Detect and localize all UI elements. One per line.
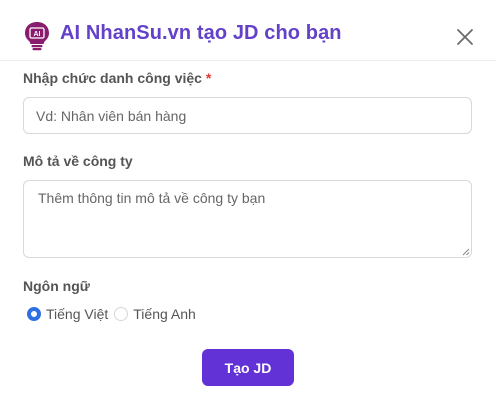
close-icon[interactable] xyxy=(456,28,474,46)
job-title-label-text: Nhập chức danh công việc xyxy=(23,70,202,86)
svg-text:AI: AI xyxy=(34,31,41,38)
required-mark: * xyxy=(205,70,212,86)
radio-unchecked-icon[interactable] xyxy=(114,307,129,321)
language-label: Ngôn ngữ xyxy=(23,278,90,294)
company-description-label: Mô tả về công ty xyxy=(23,153,133,169)
dialog-header: AI AI NhanSu.vn tạo JD cho bạn xyxy=(0,0,496,61)
language-radio-group: Tiếng Việt Tiếng Anh xyxy=(27,305,202,323)
radio-tieng-viet[interactable]: Tiếng Việt xyxy=(27,306,108,322)
create-jd-button[interactable]: Tạo JD xyxy=(202,349,294,386)
radio-checked-icon[interactable] xyxy=(27,307,41,321)
dialog-title: AI NhanSu.vn tạo JD cho bạn xyxy=(60,22,342,44)
job-title-input[interactable] xyxy=(23,97,472,134)
radio-tieng-anh[interactable]: Tiếng Anh xyxy=(114,306,196,322)
company-description-textarea[interactable] xyxy=(23,180,472,258)
radio-label: Tiếng Anh xyxy=(133,306,196,322)
radio-label: Tiếng Việt xyxy=(46,306,109,322)
resize-handle-icon[interactable] xyxy=(462,248,470,256)
ai-lightbulb-icon: AI xyxy=(25,22,49,51)
job-title-label: Nhập chức danh công việc * xyxy=(23,70,211,86)
